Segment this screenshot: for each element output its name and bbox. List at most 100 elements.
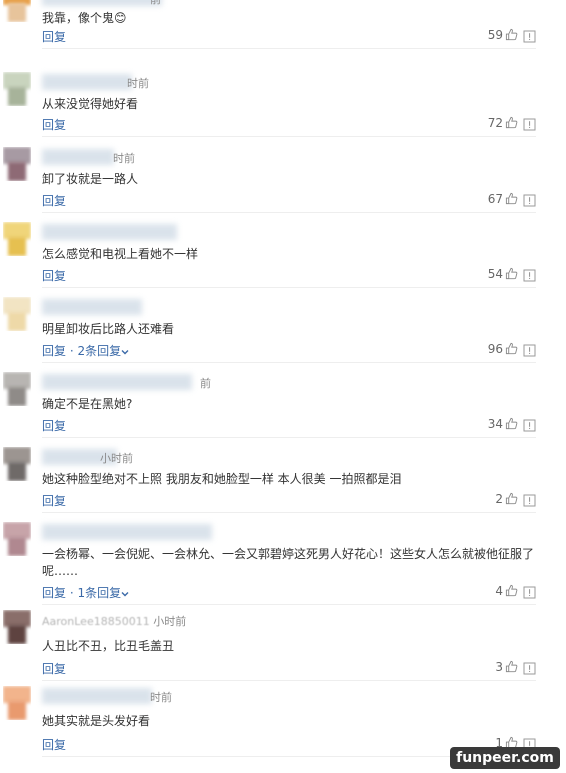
username-blurred[interactable] [42,0,162,6]
like-count: 34 [487,417,503,431]
comment-time: 小时前 [153,615,187,628]
comment-text: 卸了妆就是一路人 [42,172,139,186]
like-count: 3 [495,660,503,674]
reply-row: 回复 [42,492,66,509]
report-icon[interactable] [523,586,536,599]
comment-item: 一会杨幂、一会倪妮、一会林允、一会又郭碧婷这死男人好花心！这些女人怎么就被他征服… [0,522,566,605]
comment-list: 前我靠，像个鬼😊回复59时前从来没觉得她好看回复72时前卸了妆就是一路人回复67… [0,0,566,773]
comment-divider [42,48,536,49]
avatar[interactable] [3,610,31,644]
comment-divider [42,362,536,363]
avatar[interactable] [3,447,31,481]
comment-text: 她其实就是头发好看 [42,714,151,728]
report-icon[interactable] [523,344,536,357]
username-blurred[interactable] [42,299,142,315]
username-blurred[interactable] [42,374,192,390]
avatar[interactable] [3,372,31,406]
comment-divider [42,136,536,137]
reply-button[interactable]: 回复 [42,662,66,676]
like-button[interactable]: 72 [488,116,518,130]
comment-item: 时前 从来没觉得她好看 回复 72 [0,72,566,152]
avatar[interactable] [3,147,31,181]
comment-divider [42,512,536,513]
avatar[interactable] [3,72,31,106]
username-blurred[interactable] [42,74,132,90]
username-blurred[interactable] [42,524,212,540]
thumb-up-icon [505,342,518,355]
comment-meta: AaronLee18850011 小时前 [42,613,186,629]
view-replies-link[interactable]: · 1条回复 [66,586,129,600]
comment-time: 时前 [113,152,135,165]
reply-row: 回复 [42,736,66,753]
avatar-bottom [8,237,26,256]
comment-text: 明星卸妆后比路人还难看 [42,322,175,336]
reply-button[interactable]: 回复 [42,269,66,283]
report-icon[interactable] [523,494,536,507]
report-icon[interactable] [523,118,536,131]
thumb-up-icon [505,660,518,673]
avatar[interactable] [3,522,31,556]
like-button[interactable]: 54 [488,267,518,281]
avatar-bottom [8,162,26,181]
thumb-up-icon [505,116,518,129]
reply-button[interactable]: 回复 [42,586,66,600]
username-blurred[interactable] [42,149,114,165]
comment-item: AaronLee18850011 小时前 人丑比不丑，比丑毛盖丑 回复 3 [0,610,566,690]
report-icon[interactable] [523,662,536,675]
reply-button[interactable]: 回复 [42,344,66,358]
chevron-down-icon [121,349,129,354]
report-icon[interactable] [523,194,536,207]
avatar[interactable] [3,297,31,331]
report-icon[interactable] [523,269,536,282]
comment-item: 前我靠，像个鬼😊 回复 59 [0,0,566,68]
chevron-down-icon [121,591,129,596]
comment-text: 她这种脸型绝对不上照 我朋友和她脸型一样 本人很美 一拍照都是泪 [42,472,402,486]
comment-time: 前 [150,0,161,6]
comment-divider [42,604,536,605]
reply-row: 回复 [42,267,66,284]
reply-button[interactable]: 回复 [42,118,66,132]
comment-time: 小时前 [100,452,133,465]
like-button[interactable]: 2 [495,492,518,506]
comment-divider [42,212,536,213]
reply-button[interactable]: 回复 [42,419,66,433]
comment-text: 从来没觉得她好看 [42,97,139,111]
avatar-bottom [8,312,26,331]
avatar[interactable] [3,222,31,256]
like-button[interactable]: 34 [488,417,518,431]
like-button[interactable]: 59 [488,28,518,42]
username[interactable]: AaronLee18850011 [42,615,150,628]
like-button[interactable]: 96 [488,342,518,356]
view-replies-link[interactable]: · 2条回复 [66,344,129,358]
comment-item: 怎么感觉和电视上看她不一样 回复 54 [0,222,566,302]
report-icon[interactable] [523,30,536,43]
reply-count: · 1条回复 [69,586,122,600]
avatar-bottom [8,3,26,22]
username-blurred[interactable] [42,224,177,240]
reply-row: 回复 · 1条回复 [42,584,129,601]
reply-button[interactable]: 回复 [42,738,66,752]
watermark-logo: funpeer.com [450,747,560,769]
reply-button[interactable]: 回复 [42,194,66,208]
thumb-up-icon [505,584,518,597]
avatar-bottom [8,625,26,644]
avatar[interactable] [3,0,31,22]
comment-meta: 前 [150,0,161,7]
reply-button[interactable]: 回复 [42,30,66,44]
thumb-up-icon [505,492,518,505]
comment-time: 时前 [150,691,172,704]
avatar[interactable] [3,686,31,720]
comment-meta: 时前 [150,689,172,705]
like-button[interactable]: 67 [488,192,518,206]
avatar-bottom [8,462,26,481]
like-button[interactable]: 3 [495,660,518,674]
thumb-up-icon [505,417,518,430]
comment-meta: 前 [200,375,211,391]
like-button[interactable]: 4 [495,584,518,598]
reply-button[interactable]: 回复 [42,494,66,508]
comment-meta: 时前 [113,150,135,166]
reply-row: 回复 · 2条回复 [42,342,129,359]
comment-text: 我靠，像个鬼😊 [42,11,127,25]
username-blurred[interactable] [42,688,152,704]
report-icon[interactable] [523,419,536,432]
